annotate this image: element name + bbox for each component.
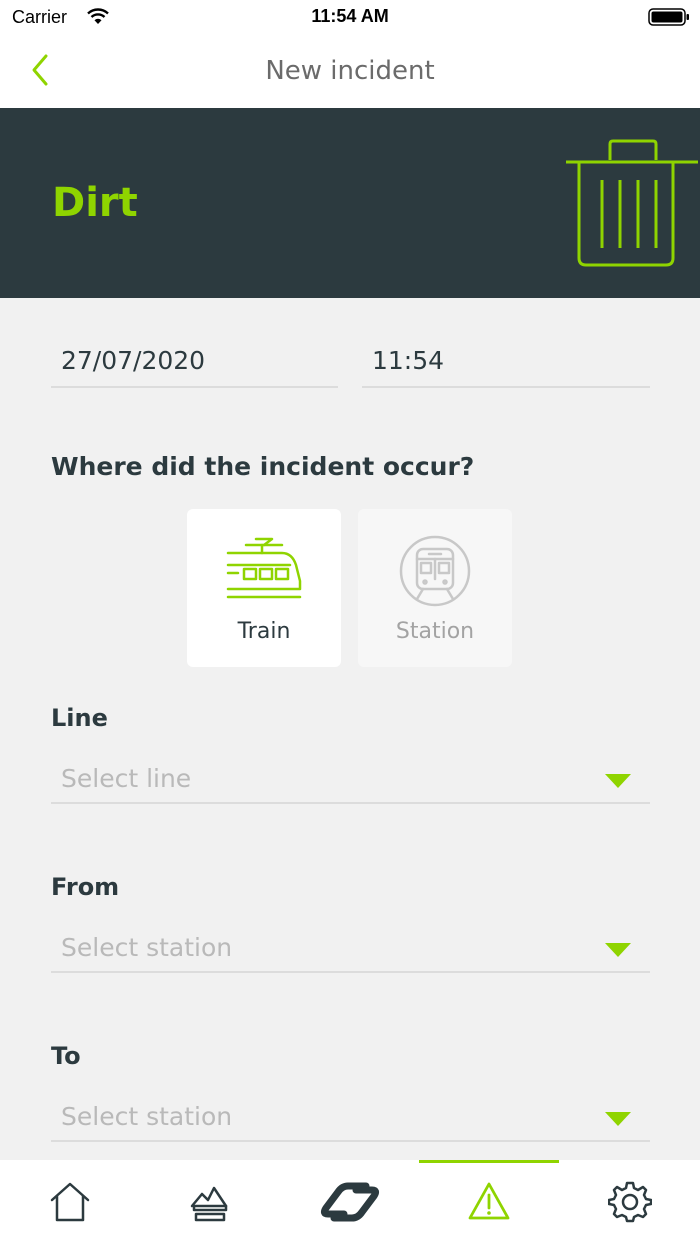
from-station-select[interactable]: Select station — [51, 923, 650, 973]
date-value: 27/07/2020 — [61, 346, 206, 375]
gear-icon — [608, 1181, 652, 1223]
train-icon — [226, 537, 302, 599]
tab-report-incident[interactable] — [419, 1160, 559, 1244]
from-label: From — [51, 873, 120, 901]
tab-settings[interactable] — [560, 1160, 700, 1244]
time-field[interactable]: 11:54 — [362, 338, 650, 388]
location-option-train-label: Train — [237, 619, 291, 644]
station-icon — [399, 535, 471, 607]
navigation-bar: New incident — [0, 36, 700, 108]
line-select[interactable]: Select line — [51, 754, 650, 804]
incident-type-title: Dirt — [52, 180, 138, 226]
to-station-select[interactable]: Select station — [51, 1092, 650, 1142]
status-time: 11:54 AM — [311, 6, 389, 26]
time-value: 11:54 — [372, 346, 445, 375]
location-question: Where did the incident occur? — [51, 452, 475, 481]
home-icon — [50, 1182, 90, 1222]
trash-icon — [566, 139, 698, 267]
battery-icon — [648, 8, 689, 26]
bottom-tab-bar — [0, 1160, 700, 1244]
tab-main[interactable] — [280, 1160, 420, 1244]
tab-lost-items[interactable] — [140, 1160, 280, 1244]
tab-home[interactable] — [0, 1160, 140, 1244]
line-label: Line — [51, 704, 108, 732]
location-option-station-label: Station — [395, 619, 475, 644]
date-field[interactable]: 27/07/2020 — [51, 338, 338, 388]
to-station-placeholder: Select station — [61, 1102, 233, 1131]
warning-icon — [468, 1182, 510, 1220]
logo-link-icon — [320, 1182, 380, 1222]
lost-items-icon — [190, 1186, 228, 1222]
status-bar: Carrier 11:54 AM — [0, 0, 700, 36]
caret-down-icon — [605, 774, 631, 788]
location-option-station[interactable]: Station — [358, 509, 512, 667]
caret-down-icon — [605, 943, 631, 957]
from-station-placeholder: Select station — [61, 933, 233, 962]
caret-down-icon — [605, 1112, 631, 1126]
page-title: New incident — [265, 56, 435, 86]
incident-type-header: Dirt — [0, 108, 700, 298]
to-label: To — [51, 1042, 81, 1070]
location-option-train[interactable]: Train — [187, 509, 341, 667]
line-select-placeholder: Select line — [61, 764, 192, 793]
